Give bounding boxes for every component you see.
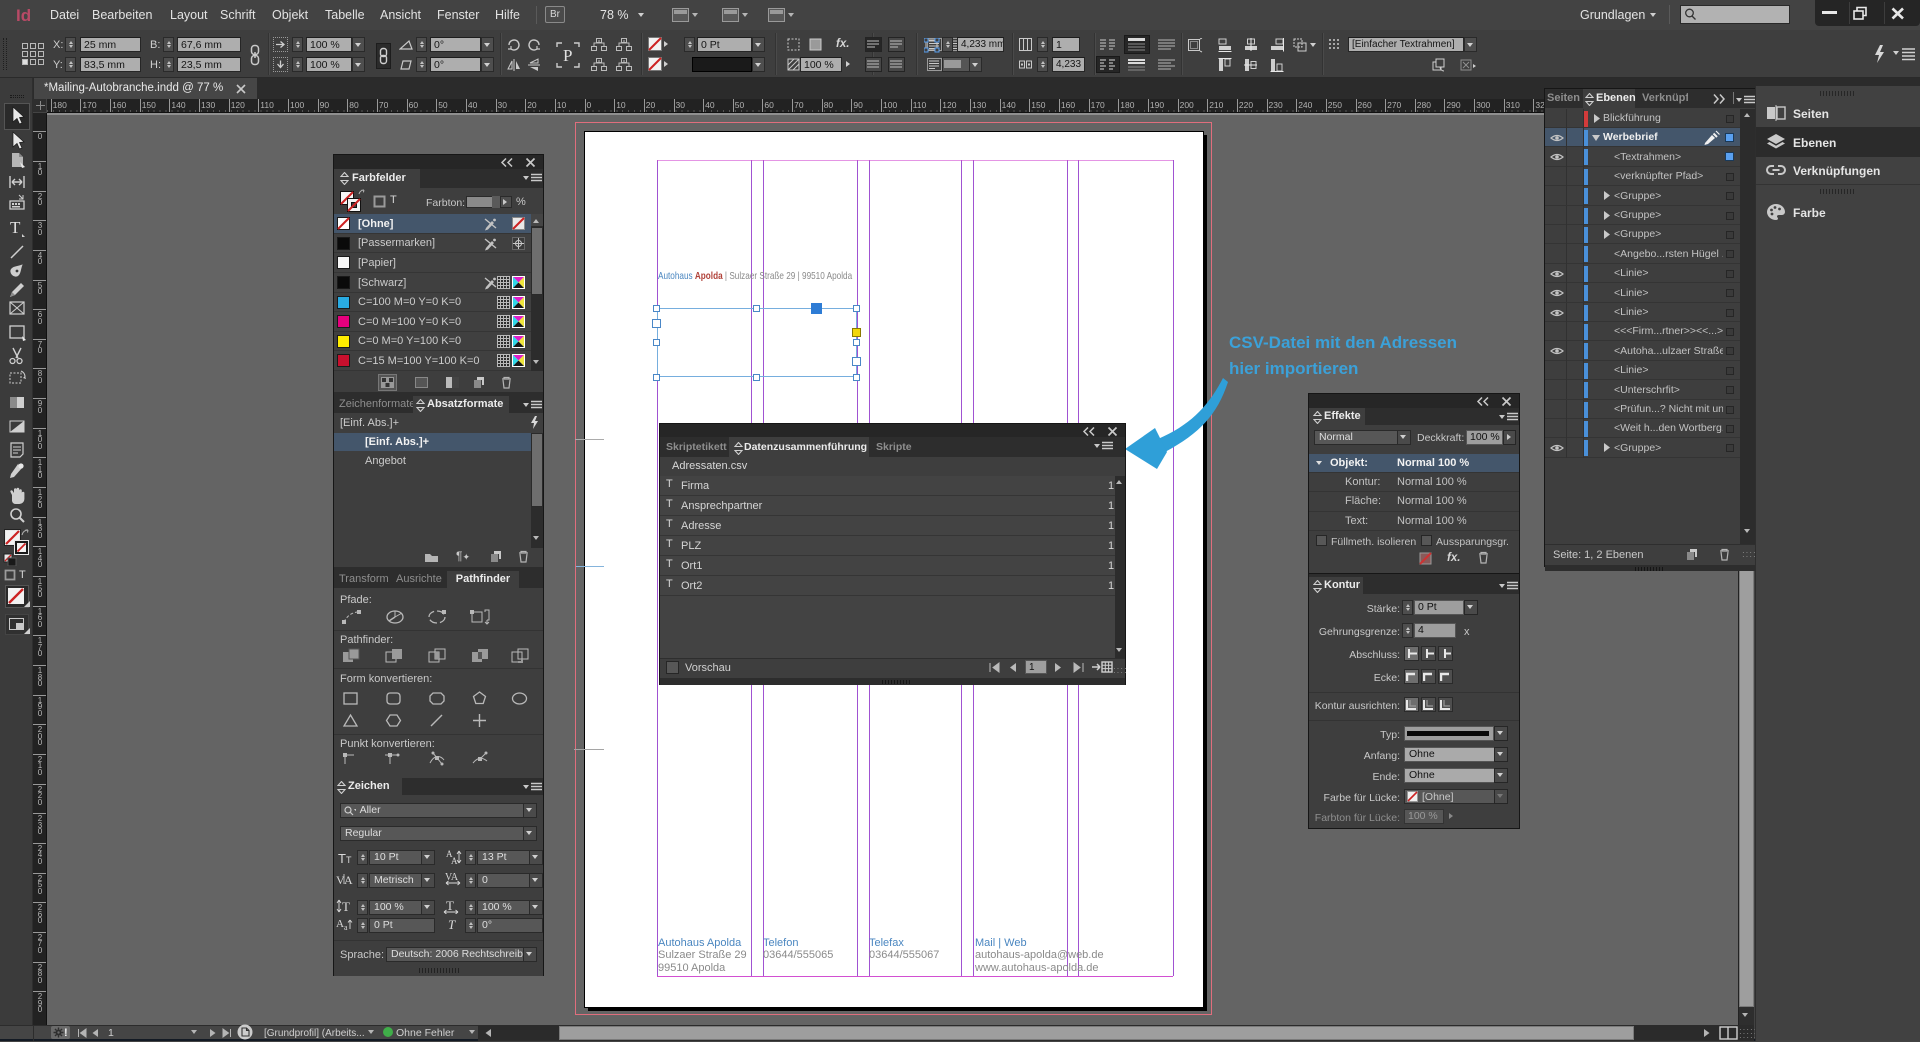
svg-text:T: T — [342, 899, 350, 914]
svg-text:A: A — [344, 873, 353, 886]
svg-text:A: A — [336, 918, 344, 930]
svg-text:P: P — [563, 46, 572, 65]
svg-text:T: T — [448, 917, 456, 932]
svg-text:a: a — [344, 923, 348, 932]
svg-text:T: T — [446, 898, 454, 913]
svg-text:VA: VA — [445, 872, 459, 883]
svg-text:T: T — [10, 218, 21, 237]
